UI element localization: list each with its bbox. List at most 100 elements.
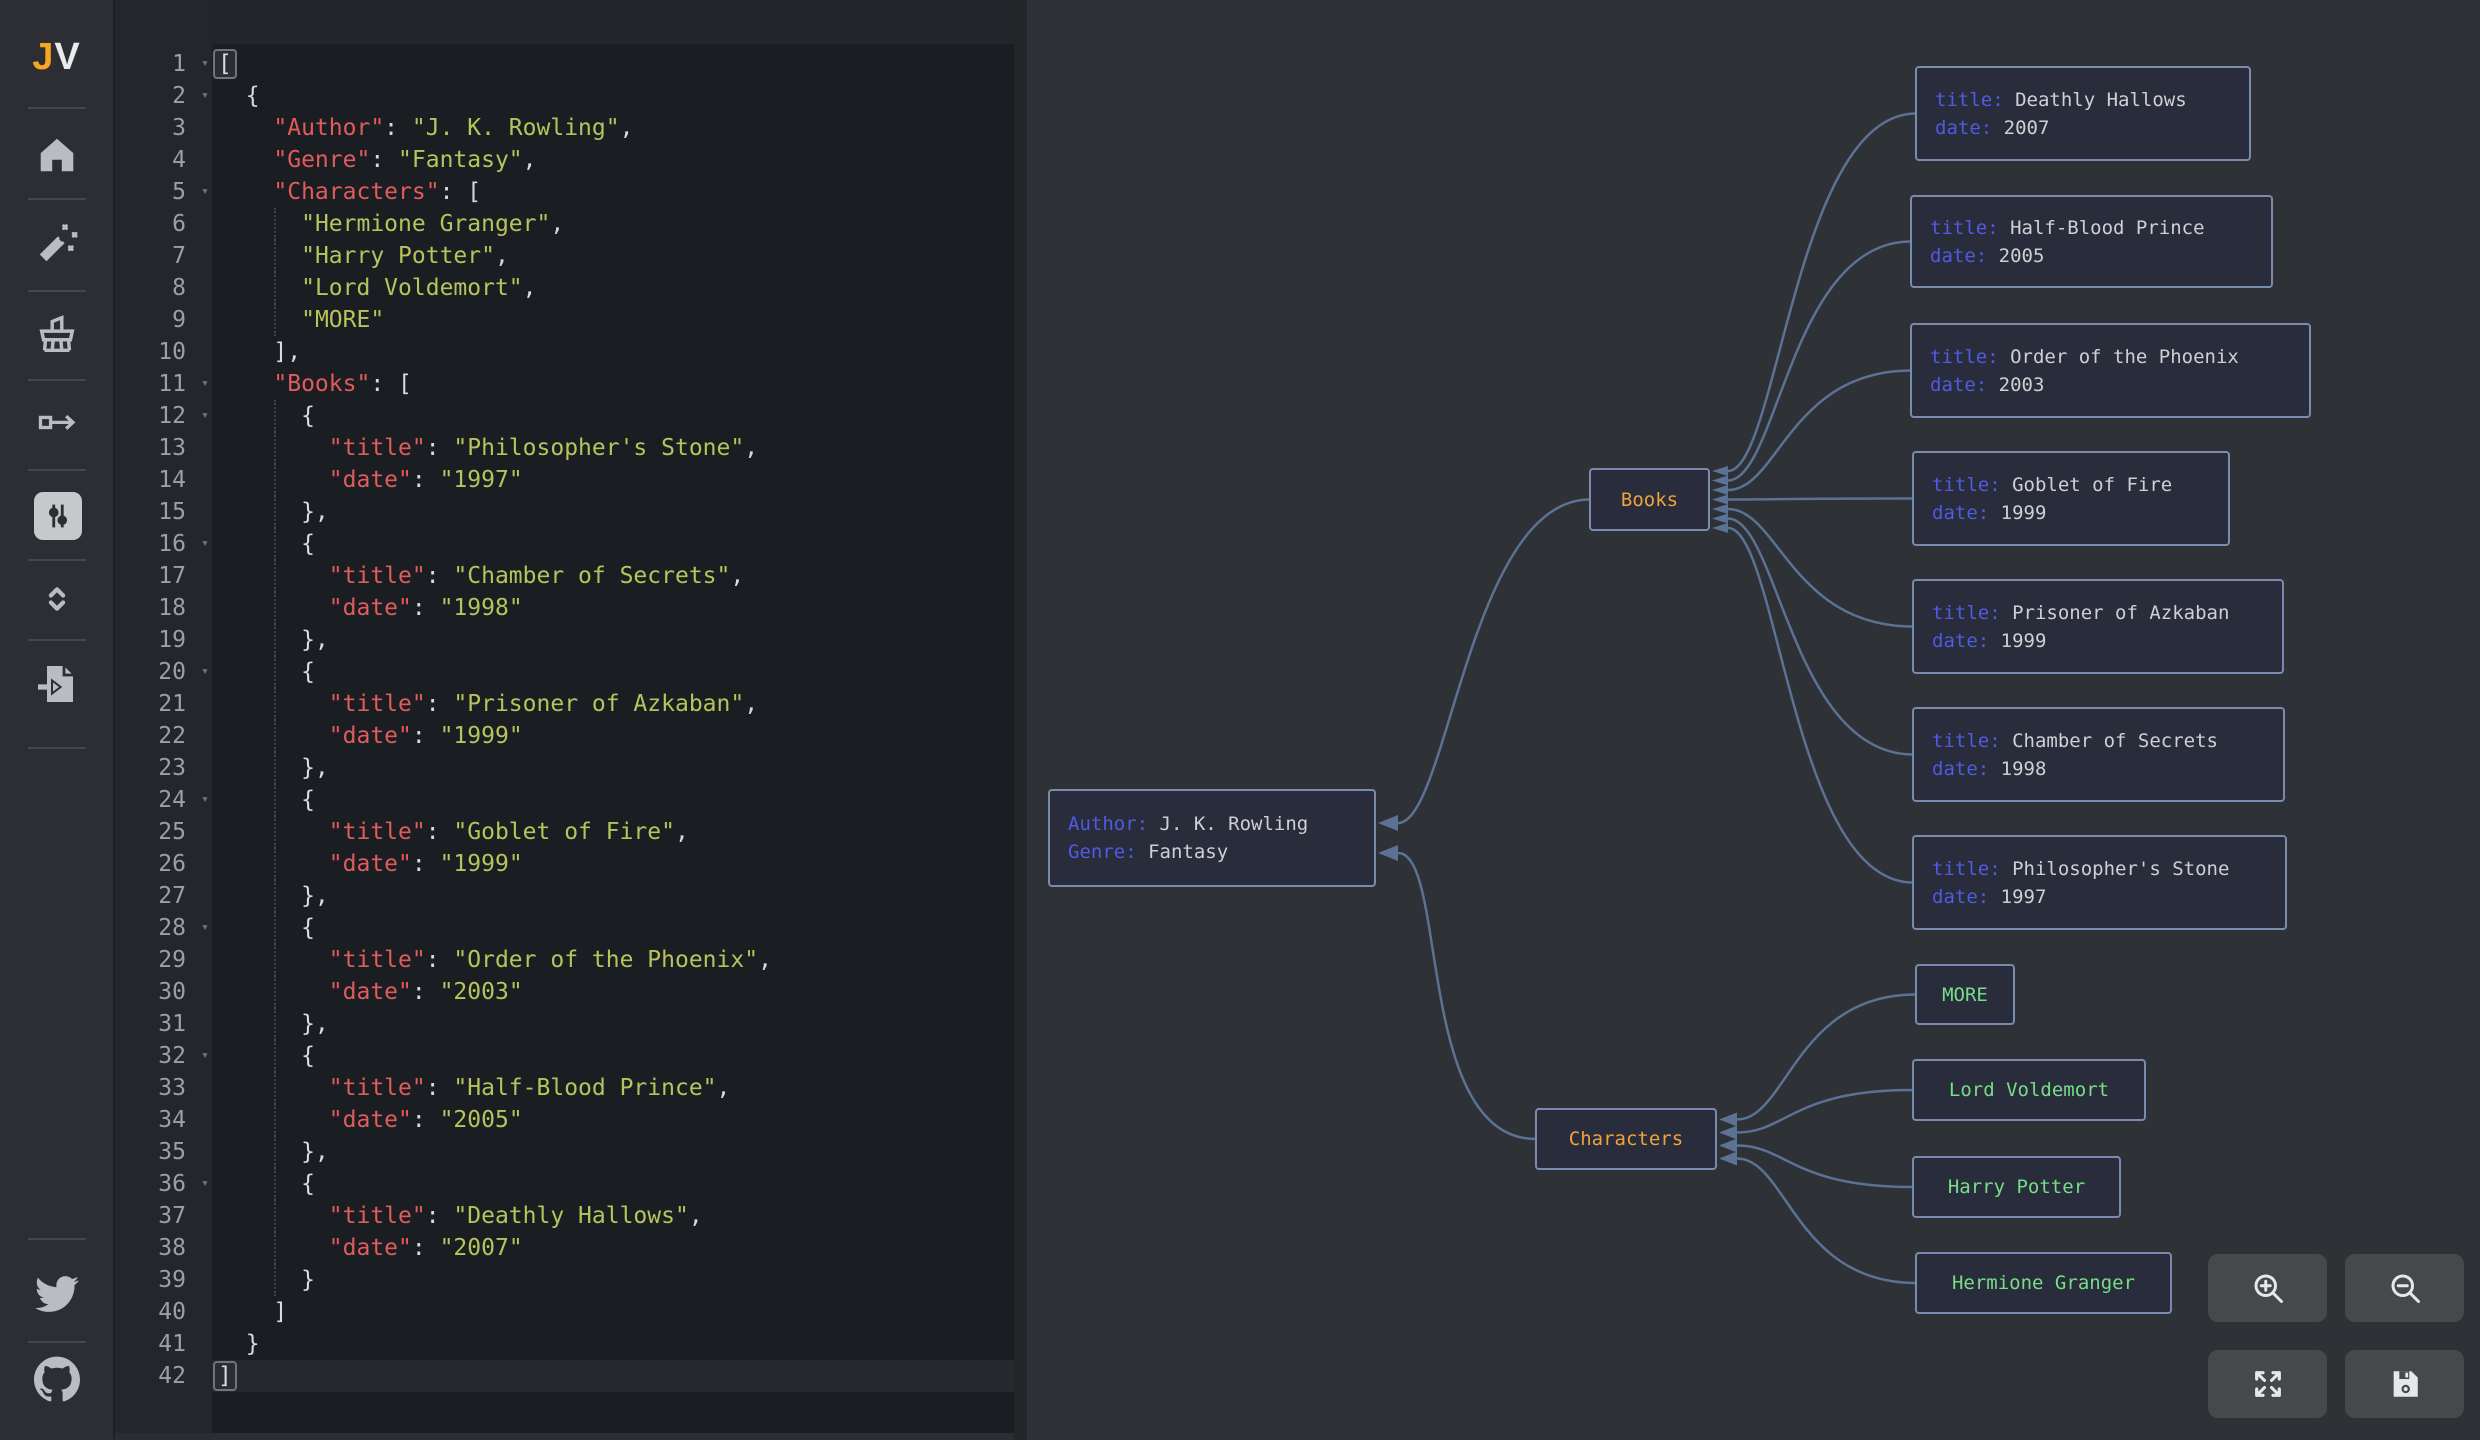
- code-token: {: [218, 659, 315, 685]
- sidebar: JV: [0, 0, 115, 1440]
- clear-button[interactable]: [34, 311, 80, 357]
- fold-arrow-icon[interactable]: ▾: [201, 48, 209, 80]
- code-line[interactable]: ]: [212, 1296, 1014, 1328]
- code-line[interactable]: "date": "1997": [212, 464, 1014, 496]
- graph-node-b2[interactable]: title: Chamber of Secretsdate: 1998: [1912, 707, 2285, 802]
- code-token: ,: [495, 243, 509, 269]
- fold-arrow-icon[interactable]: ▾: [201, 368, 209, 400]
- fold-arrow-icon[interactable]: ▾: [201, 80, 209, 112]
- code-token: ,: [744, 691, 758, 717]
- code-token: "1998": [440, 595, 523, 621]
- graph-node-books[interactable]: Books: [1589, 468, 1710, 531]
- home-button[interactable]: [34, 132, 80, 178]
- fold-arrow-icon[interactable]: ▾: [201, 912, 209, 944]
- code-line[interactable]: },: [212, 496, 1014, 528]
- code-line[interactable]: "date": "2005": [212, 1104, 1014, 1136]
- editor-scrollbar[interactable]: [115, 1433, 1014, 1440]
- code-token: :: [412, 979, 440, 1005]
- json-editor[interactable]: 1▾2▾345▾67891011▾12▾13141516▾17181920▾21…: [115, 0, 1014, 1440]
- zoom-in-button[interactable]: [2208, 1254, 2327, 1322]
- indent-guide: [274, 1200, 276, 1232]
- code-line[interactable]: "title": "Prisoner of Azkaban",: [212, 688, 1014, 720]
- graph-node-b1[interactable]: title: Philosopher's Stonedate: 1997: [1912, 835, 2287, 930]
- fold-arrow-icon[interactable]: ▾: [201, 528, 209, 560]
- code-line[interactable]: {: [212, 80, 1014, 112]
- code-line[interactable]: "title": "Order of the Phoenix",: [212, 944, 1014, 976]
- code-token: :: [412, 851, 440, 877]
- graph-node-b5[interactable]: title: Order of the Phoenixdate: 2003: [1910, 323, 2311, 418]
- code-line[interactable]: "Hermione Granger",: [212, 208, 1014, 240]
- fold-arrow-icon[interactable]: ▾: [201, 400, 209, 432]
- code-line[interactable]: "date": "2003": [212, 976, 1014, 1008]
- code-line[interactable]: {: [212, 400, 1014, 432]
- code-line[interactable]: "Books": [: [212, 368, 1014, 400]
- code-line[interactable]: "title": "Chamber of Secrets",: [212, 560, 1014, 592]
- save-button[interactable]: [2345, 1350, 2464, 1418]
- code-line[interactable]: "title": "Deathly Hallows",: [212, 1200, 1014, 1232]
- graph-node-b6[interactable]: title: Half-Blood Princedate: 2005: [1910, 195, 2273, 288]
- panel-divider[interactable]: [1014, 0, 1027, 1440]
- line-number: 37: [115, 1200, 212, 1232]
- expand-width-button[interactable]: [35, 400, 79, 444]
- twitter-link[interactable]: [35, 1272, 79, 1316]
- graph-panel[interactable]: Author: J. K. RowlingGenre: Fantasy Books…: [1027, 0, 2480, 1440]
- line-number: 8: [115, 272, 212, 304]
- code-line[interactable]: },: [212, 880, 1014, 912]
- code-line[interactable]: ]: [212, 1360, 1014, 1392]
- code-line[interactable]: "title": "Half-Blood Prince",: [212, 1072, 1014, 1104]
- code-line[interactable]: },: [212, 1008, 1014, 1040]
- adjust-layout-button[interactable]: [34, 492, 82, 540]
- graph-node-c4[interactable]: MORE: [1915, 964, 2015, 1025]
- code-line[interactable]: {: [212, 1040, 1014, 1072]
- code-line[interactable]: "Characters": [: [212, 176, 1014, 208]
- code-line[interactable]: }: [212, 1264, 1014, 1296]
- code-line[interactable]: "Genre": "Fantasy",: [212, 144, 1014, 176]
- graph-node-root[interactable]: Author: J. K. RowlingGenre: Fantasy: [1048, 789, 1376, 887]
- graph-node-c3[interactable]: Lord Voldemort: [1912, 1059, 2146, 1121]
- code-line[interactable]: "title": "Goblet of Fire",: [212, 816, 1014, 848]
- github-link[interactable]: [34, 1356, 80, 1402]
- fold-arrow-icon[interactable]: ▾: [201, 1040, 209, 1072]
- graph-node-c2[interactable]: Harry Potter: [1912, 1156, 2121, 1218]
- graph-node-b3[interactable]: title: Prisoner of Azkabandate: 1999: [1912, 579, 2284, 674]
- code-line[interactable]: "Harry Potter",: [212, 240, 1014, 272]
- code-line[interactable]: "Author": "J. K. Rowling",: [212, 112, 1014, 144]
- code-line[interactable]: {: [212, 912, 1014, 944]
- code-line[interactable]: "Lord Voldemort",: [212, 272, 1014, 304]
- fold-nodes-button[interactable]: [36, 578, 78, 620]
- code-line[interactable]: [: [212, 48, 1014, 80]
- code-line[interactable]: {: [212, 1168, 1014, 1200]
- indent-guide: [274, 1104, 276, 1136]
- code-line[interactable]: },: [212, 752, 1014, 784]
- code-token: "date": [329, 979, 412, 1005]
- fold-arrow-icon[interactable]: ▾: [201, 656, 209, 688]
- zoom-out-button[interactable]: [2345, 1254, 2464, 1322]
- code-token: [218, 179, 273, 205]
- auto-format-button[interactable]: [34, 221, 80, 267]
- fullscreen-button[interactable]: [2208, 1350, 2327, 1418]
- code-line[interactable]: "date": "1999": [212, 848, 1014, 880]
- code-line[interactable]: {: [212, 656, 1014, 688]
- graph-node-characters[interactable]: Characters: [1535, 1108, 1717, 1170]
- import-button[interactable]: [33, 660, 81, 708]
- code-line[interactable]: {: [212, 528, 1014, 560]
- code-line[interactable]: },: [212, 624, 1014, 656]
- fold-arrow-icon[interactable]: ▾: [201, 176, 209, 208]
- fold-arrow-icon[interactable]: ▾: [201, 784, 209, 816]
- app-logo[interactable]: JV: [32, 36, 81, 79]
- graph-node-c1[interactable]: Hermione Granger: [1915, 1252, 2172, 1314]
- code-line[interactable]: "title": "Philosopher's Stone",: [212, 432, 1014, 464]
- graph-node-b7[interactable]: title: Deathly Hallowsdate: 2007: [1915, 66, 2251, 161]
- code-line[interactable]: ],: [212, 336, 1014, 368]
- sidebar-divider: [28, 198, 86, 200]
- code-lines[interactable]: [ { "Author": "J. K. Rowling", "Genre": …: [212, 0, 1014, 1440]
- code-line[interactable]: },: [212, 1136, 1014, 1168]
- fold-arrow-icon[interactable]: ▾: [201, 1168, 209, 1200]
- code-line[interactable]: "date": "2007": [212, 1232, 1014, 1264]
- code-line[interactable]: {: [212, 784, 1014, 816]
- code-line[interactable]: "date": "1999": [212, 720, 1014, 752]
- graph-node-b4[interactable]: title: Goblet of Firedate: 1999: [1912, 451, 2230, 546]
- code-line[interactable]: "MORE": [212, 304, 1014, 336]
- code-line[interactable]: }: [212, 1328, 1014, 1360]
- code-line[interactable]: "date": "1998": [212, 592, 1014, 624]
